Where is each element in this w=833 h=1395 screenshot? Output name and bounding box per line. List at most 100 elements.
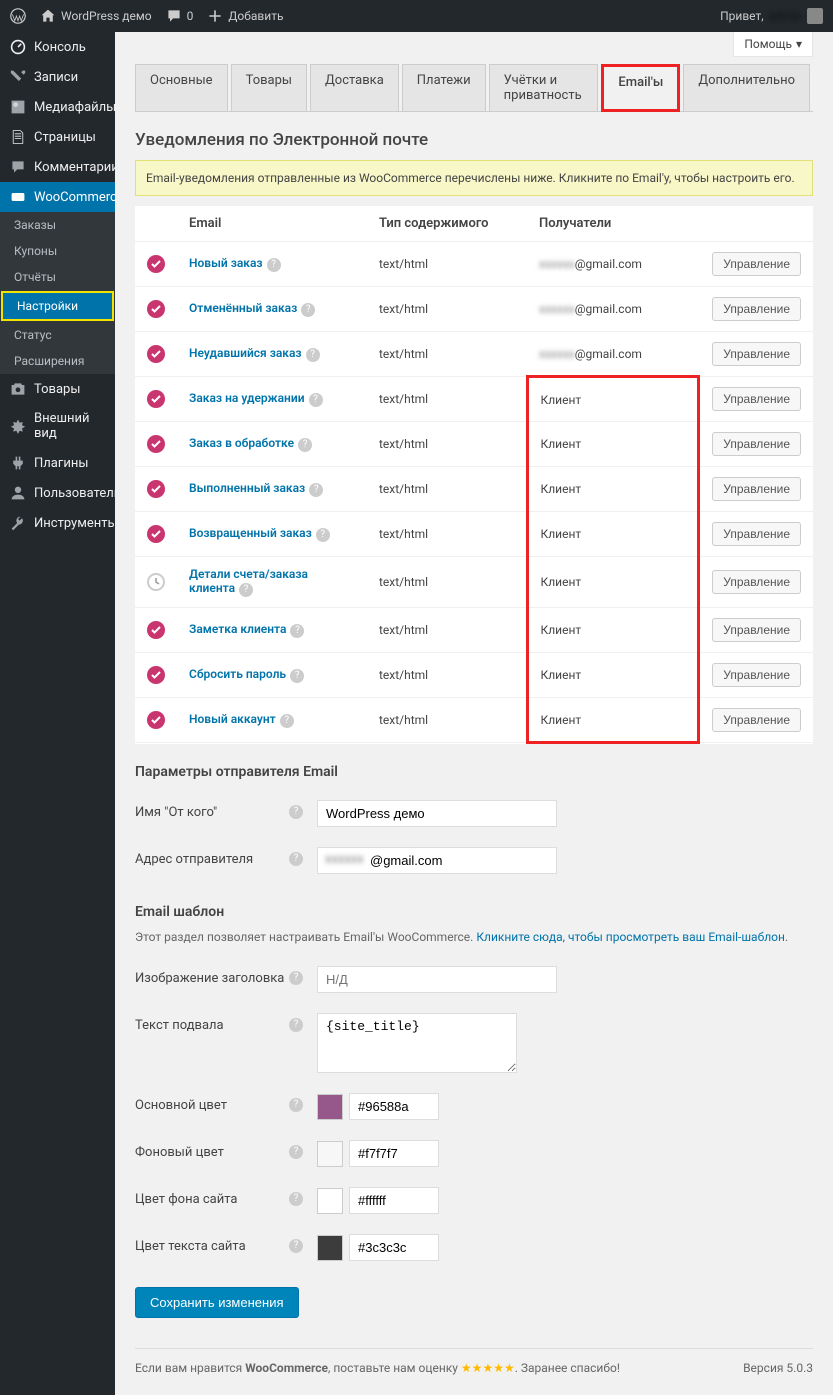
status-icon — [147, 525, 165, 543]
version: Версия 5.0.3 — [743, 1361, 813, 1375]
help-icon[interactable]: ? — [309, 393, 323, 407]
help-icon[interactable]: ? — [289, 1192, 303, 1206]
from-name-input[interactable] — [317, 800, 557, 827]
help-icon[interactable]: ? — [316, 528, 330, 542]
email-link[interactable]: Новый аккаунт — [189, 712, 276, 726]
wp-logo[interactable] — [10, 8, 26, 24]
menu-woocommerce[interactable]: WooCommerce — [0, 182, 115, 212]
notice: Email-уведомления отправленные из WooCom… — [135, 160, 813, 196]
tab-shipping[interactable]: Доставка — [310, 64, 399, 112]
bg-color-swatch[interactable] — [317, 1141, 343, 1167]
help-icon[interactable]: ? — [301, 303, 315, 317]
menu-tools[interactable]: Инструменты — [0, 508, 115, 538]
email-recipient: xxxxxx@gmail.com — [527, 242, 699, 287]
status-icon — [147, 435, 165, 453]
base-color-swatch[interactable] — [317, 1094, 343, 1120]
email-recipient: Клиент — [527, 608, 699, 653]
manage-button[interactable]: Управление — [712, 387, 801, 411]
menu-comments[interactable]: Комментарии — [0, 152, 115, 182]
email-link[interactable]: Заметка клиента — [189, 622, 286, 636]
manage-button[interactable]: Управление — [712, 570, 801, 594]
help-tab[interactable]: Помощь ▾ — [733, 32, 813, 57]
th-email: Email — [177, 206, 367, 242]
user-greeting[interactable]: Привет, admin — [720, 8, 823, 24]
template-desc: Этот раздел позволяет настраивать Email'… — [135, 930, 813, 944]
menu-plugins[interactable]: Плагины — [0, 448, 115, 478]
email-link[interactable]: Отменённый заказ — [189, 301, 297, 315]
help-icon[interactable]: ? — [289, 852, 303, 866]
submenu-coupons[interactable]: Купоны — [0, 238, 115, 264]
help-icon[interactable]: ? — [239, 583, 253, 597]
menu-users[interactable]: Пользователи — [0, 478, 115, 508]
email-link[interactable]: Сбросить пароль — [189, 667, 286, 681]
manage-button[interactable]: Управление — [712, 663, 801, 687]
tab-payments[interactable]: Платежи — [402, 64, 486, 112]
help-icon[interactable]: ? — [289, 1018, 303, 1032]
email-link[interactable]: Заказ на удержании — [189, 391, 305, 405]
text-color-swatch[interactable] — [317, 1235, 343, 1261]
body-bg-swatch[interactable] — [317, 1188, 343, 1214]
rating-link[interactable]: ★★★★★ — [461, 1361, 515, 1375]
menu-products[interactable]: Товары — [0, 374, 115, 404]
manage-button[interactable]: Управление — [712, 252, 801, 276]
manage-button[interactable]: Управление — [712, 297, 801, 321]
help-icon[interactable]: ? — [289, 1098, 303, 1112]
help-icon[interactable]: ? — [289, 1239, 303, 1253]
email-link[interactable]: Выполненный заказ — [189, 481, 305, 495]
help-icon[interactable]: ? — [309, 483, 323, 497]
manage-button[interactable]: Управление — [712, 477, 801, 501]
submenu-settings[interactable]: Настройки — [1, 291, 114, 321]
email-recipient: xxxxxx@gmail.com — [527, 287, 699, 332]
submenu-orders[interactable]: Заказы — [0, 212, 115, 238]
manage-button[interactable]: Управление — [712, 522, 801, 546]
submenu-reports[interactable]: Отчёты — [0, 264, 115, 290]
email-row: Возвращенный заказ?text/htmlКлиентУправл… — [135, 512, 813, 557]
help-icon[interactable]: ? — [267, 258, 281, 272]
manage-button[interactable]: Управление — [712, 432, 801, 456]
menu-appearance[interactable]: Внешний вид — [0, 404, 115, 448]
email-type: text/html — [367, 557, 527, 608]
manage-button[interactable]: Управление — [712, 618, 801, 642]
header-img-input[interactable] — [317, 966, 557, 993]
email-link[interactable]: Неудавшийся заказ — [189, 346, 302, 360]
help-icon[interactable]: ? — [306, 348, 320, 362]
comments-link[interactable]: 0 — [166, 8, 194, 24]
text-color-input[interactable] — [349, 1234, 439, 1261]
menu-media[interactable]: Медиафайлы — [0, 92, 115, 122]
menu-dashboard[interactable]: Консоль — [0, 32, 115, 62]
email-recipient: Клиент — [527, 557, 699, 608]
tab-products[interactable]: Товары — [231, 64, 307, 112]
base-color-input[interactable] — [349, 1093, 439, 1120]
help-icon[interactable]: ? — [290, 669, 304, 683]
email-link[interactable]: Заказ в обработке — [189, 436, 294, 450]
save-button[interactable]: Сохранить изменения — [135, 1287, 299, 1318]
template-preview-link[interactable]: Кликните сюда, чтобы просмотреть ваш Ema… — [476, 930, 785, 944]
email-type: text/html — [367, 698, 527, 743]
menu-pages[interactable]: Страницы — [0, 122, 115, 152]
tab-accounts[interactable]: Учётки и приватность — [489, 64, 599, 112]
email-recipient: Клиент — [527, 467, 699, 512]
help-icon[interactable]: ? — [298, 438, 312, 452]
email-link[interactable]: Возвращенный заказ — [189, 526, 312, 540]
bg-color-input[interactable] — [349, 1140, 439, 1167]
footer-text-input[interactable]: {site_title} — [317, 1013, 517, 1073]
body-bg-input[interactable] — [349, 1187, 439, 1214]
tab-advanced[interactable]: Дополнительно — [683, 64, 810, 112]
help-icon[interactable]: ? — [289, 971, 303, 985]
manage-button[interactable]: Управление — [712, 342, 801, 366]
tab-emails[interactable]: Email'ы — [601, 64, 680, 112]
from-addr-label: Адрес отправителя — [135, 847, 285, 867]
help-icon[interactable]: ? — [280, 714, 294, 728]
help-icon[interactable]: ? — [289, 805, 303, 819]
help-icon[interactable]: ? — [289, 1145, 303, 1159]
tab-general[interactable]: Основные — [135, 64, 228, 112]
email-link[interactable]: Новый заказ — [189, 256, 263, 270]
site-link[interactable]: WordPress демо — [40, 8, 152, 24]
manage-button[interactable]: Управление — [712, 708, 801, 732]
submenu-extensions[interactable]: Расширения — [0, 348, 115, 374]
menu-posts[interactable]: Записи — [0, 62, 115, 92]
help-icon[interactable]: ? — [290, 624, 304, 638]
submenu-status[interactable]: Статус — [0, 322, 115, 348]
status-icon — [147, 255, 165, 273]
add-new[interactable]: Добавить — [207, 8, 283, 24]
